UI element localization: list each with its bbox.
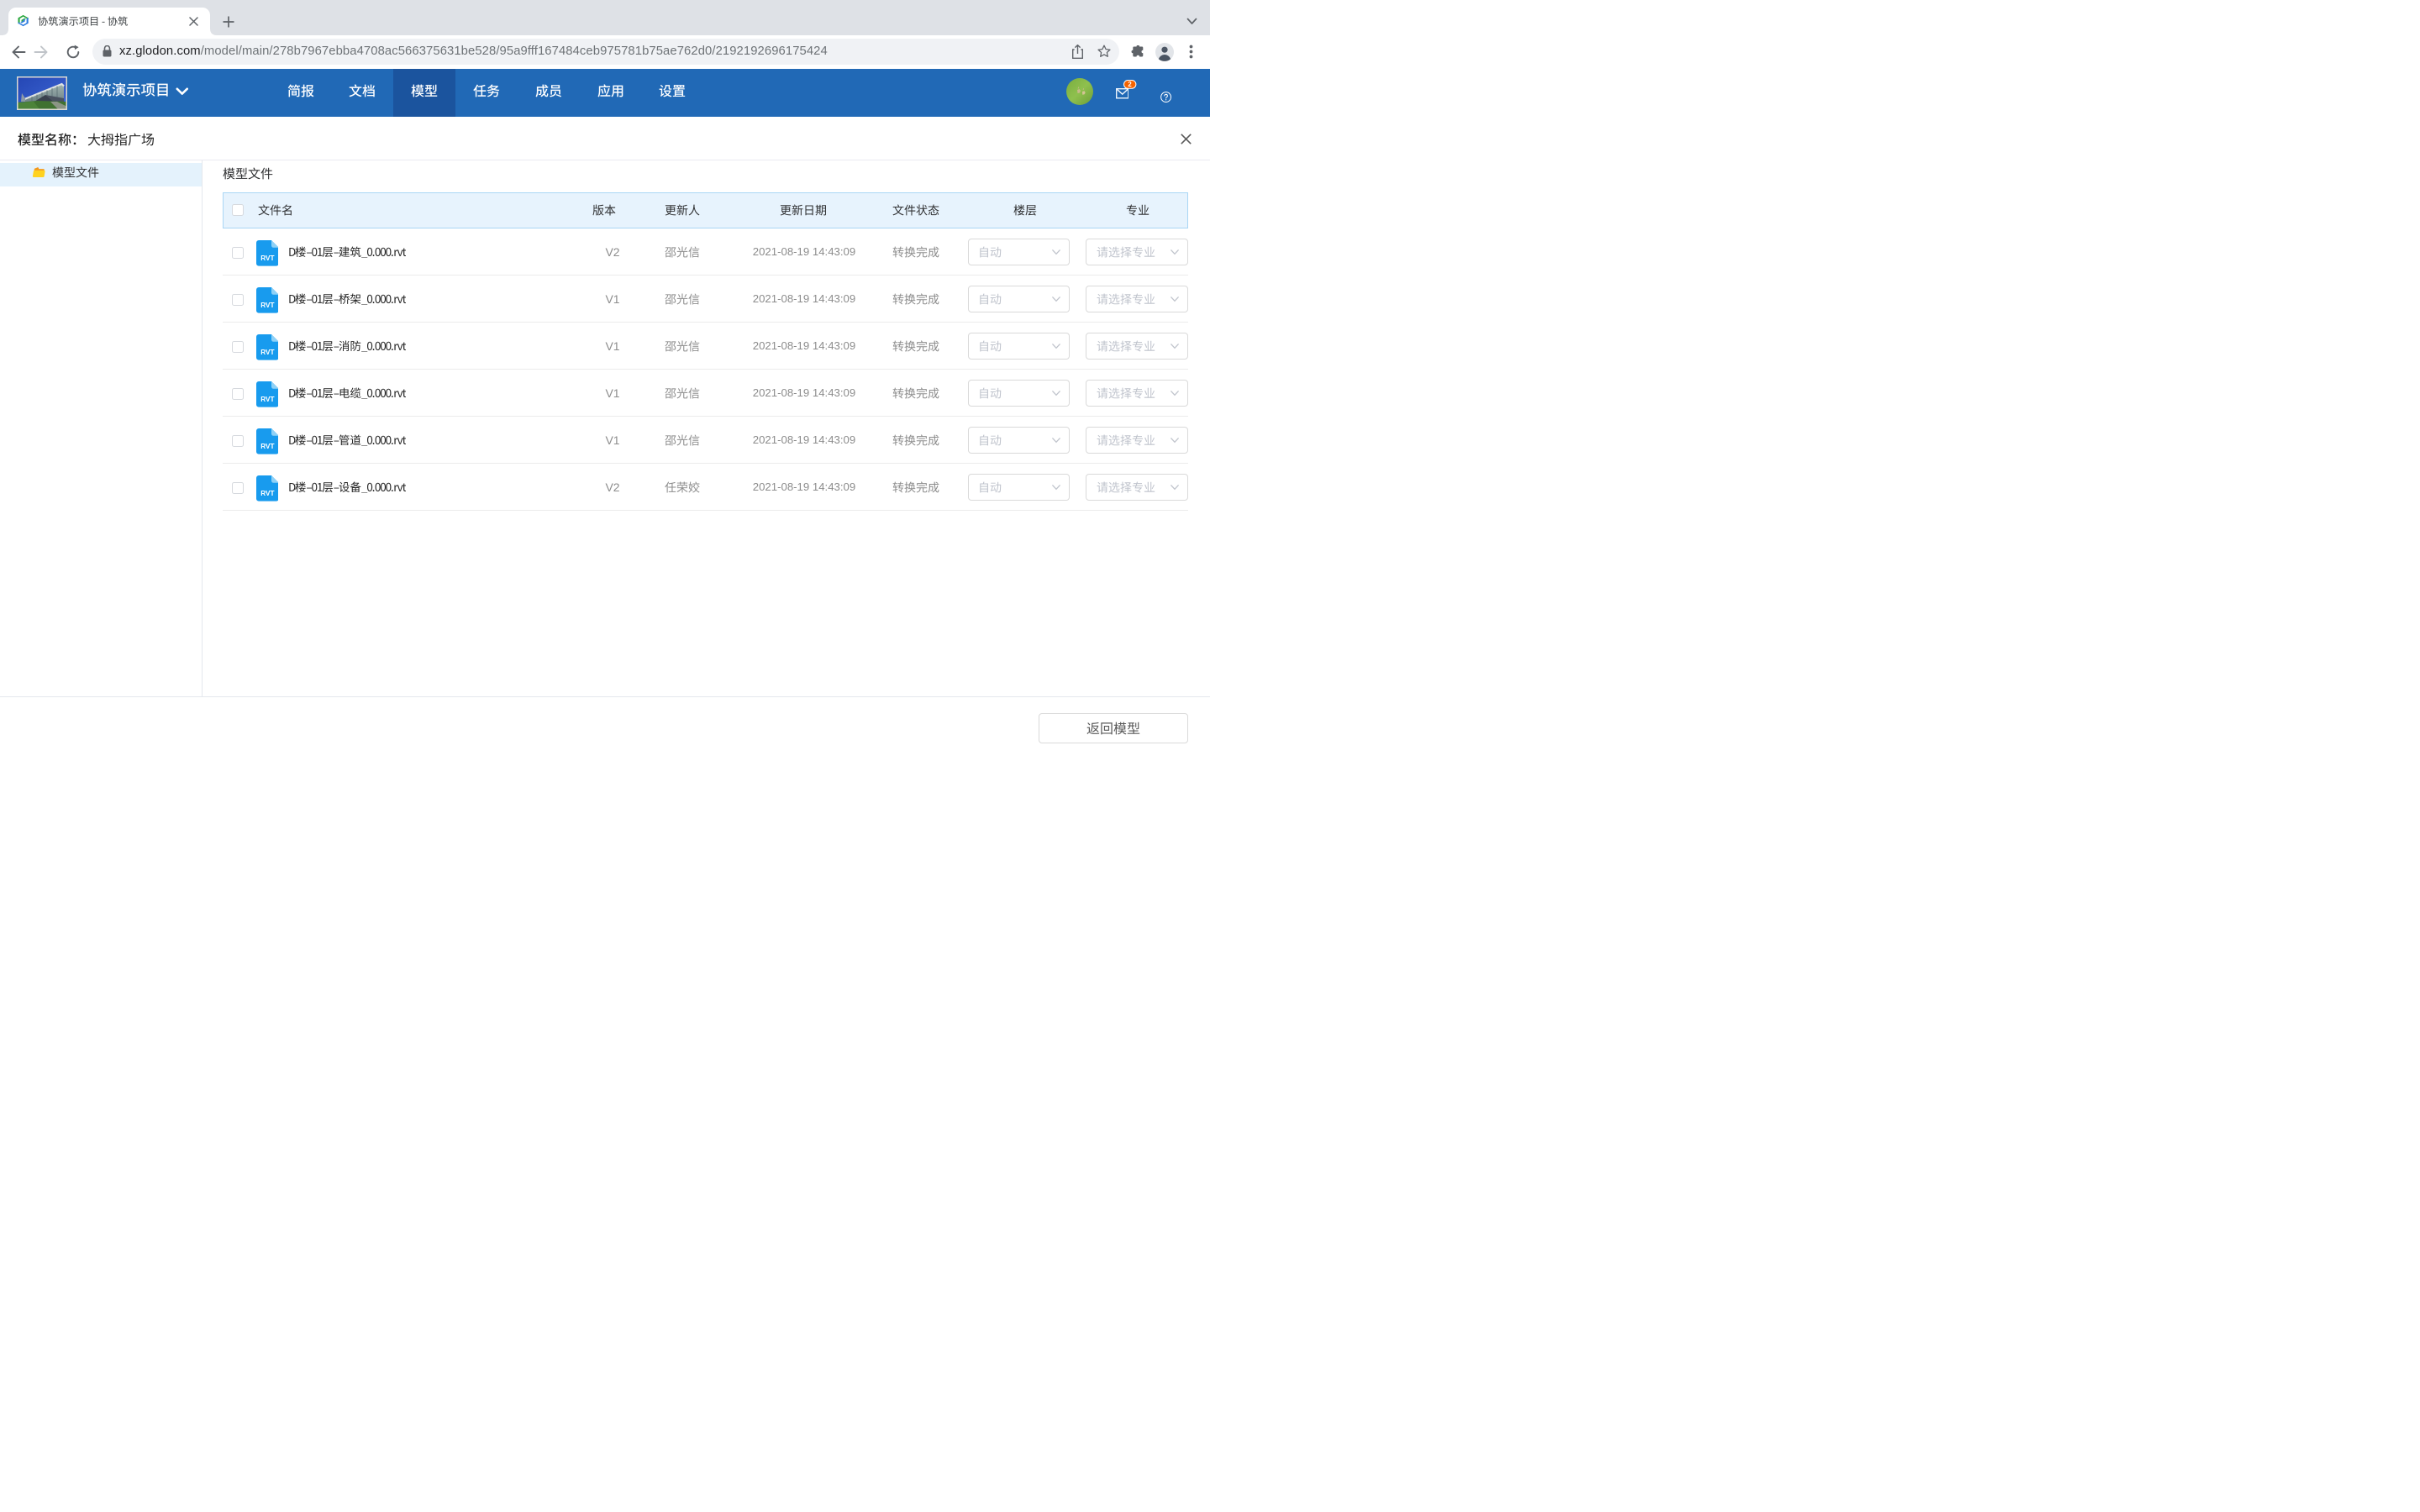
svg-text:RVT: RVT xyxy=(260,349,274,356)
svg-text:2: 2 xyxy=(1128,81,1133,88)
svg-text:RVT: RVT xyxy=(260,490,274,497)
svg-text:RVT: RVT xyxy=(260,443,274,450)
svg-text:RVT: RVT xyxy=(260,302,274,309)
svg-text:RVT: RVT xyxy=(260,396,274,403)
svg-text:RVT: RVT xyxy=(260,255,274,262)
